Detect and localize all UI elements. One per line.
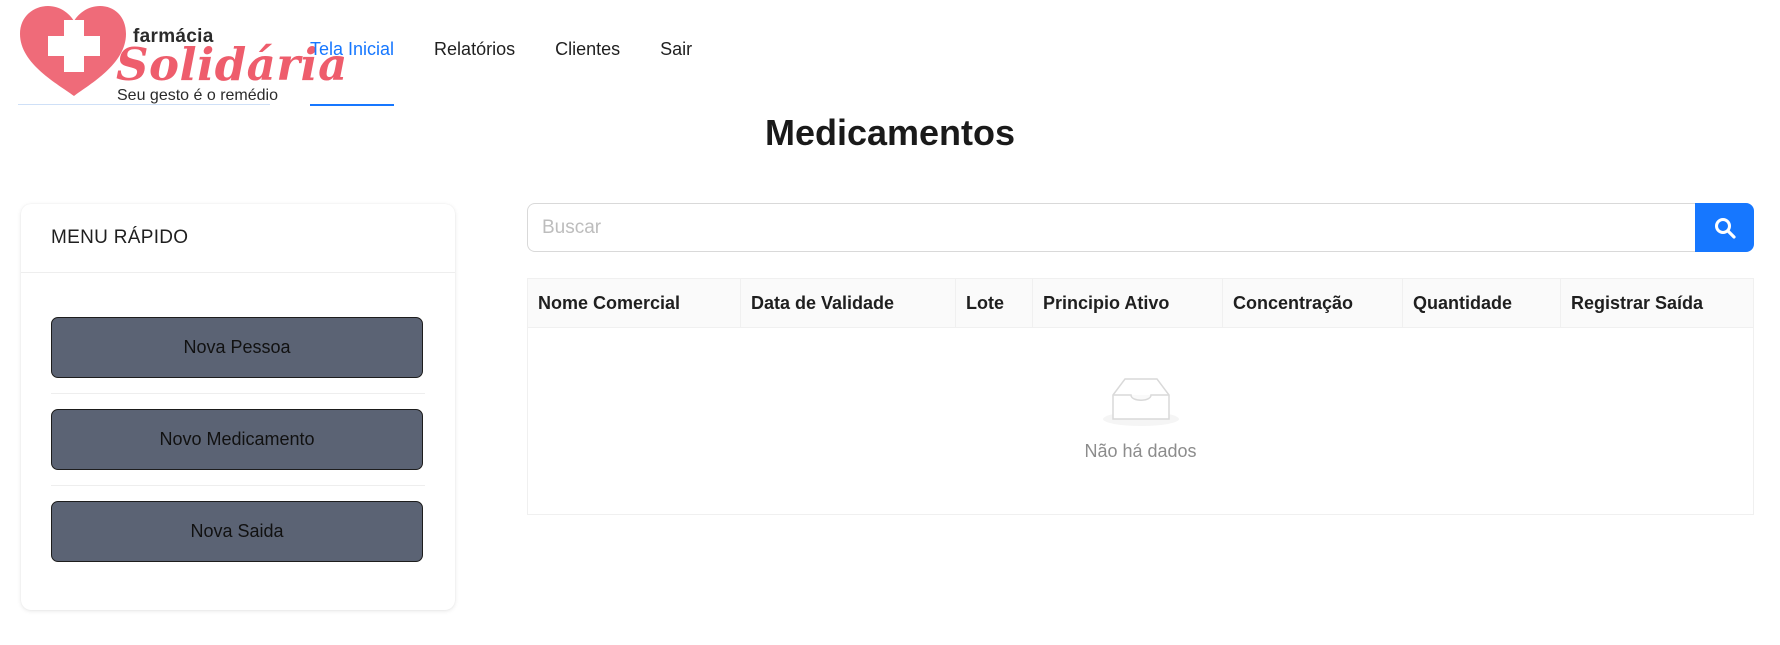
search-input[interactable] [527,203,1695,252]
empty-text: Não há dados [1084,441,1197,461]
quick-menu-card: MENU RÁPIDO Nova Pessoa Novo Medicamento… [21,204,455,610]
logo-underline [18,104,270,105]
column-header[interactable]: Lote [956,279,1033,327]
nav-clientes[interactable]: Clientes [535,0,640,108]
nav-relatorios[interactable]: Relatórios [414,0,535,108]
nova-saida-button[interactable]: Nova Saida [51,501,423,562]
top-header: farmácia Solidária Seu gesto é o remédio… [0,0,1780,108]
nav-sair[interactable]: Sair [640,0,712,108]
column-header[interactable]: Quantidade [1403,279,1561,327]
table-empty-state: Não há dados [528,327,1753,514]
page-title: Medicamentos [764,112,1016,153]
table-header: Nome Comercial Data de Validade Lote Pri… [528,279,1753,328]
nova-pessoa-button[interactable]: Nova Pessoa [51,317,423,378]
column-header[interactable]: Nome Comercial [528,279,741,327]
quick-menu-title: MENU RÁPIDO [21,204,455,273]
column-header[interactable]: Principio Ativo [1033,279,1223,327]
search-icon [1714,217,1736,239]
nav-tela-inicial[interactable]: Tela Inicial [290,0,414,108]
column-header[interactable]: Registrar Saída [1561,279,1753,327]
quick-menu-row: Nova Saida [51,501,425,577]
quick-menu-row: Nova Pessoa [51,317,425,394]
search-button[interactable] [1695,203,1754,252]
heart-cross-icon [20,6,126,96]
main-nav: Tela Inicial Relatórios Clientes Sair [290,0,712,108]
empty-inbox-icon [1103,378,1179,426]
brand-logo[interactable]: farmácia Solidária Seu gesto é o remédio [0,0,347,108]
search-bar [527,203,1754,252]
column-header[interactable]: Concentração [1223,279,1403,327]
brand-tagline: Seu gesto é o remédio [117,87,278,104]
novo-medicamento-button[interactable]: Novo Medicamento [51,409,423,470]
quick-menu-row: Novo Medicamento [51,409,425,486]
medicamentos-table: Nome Comercial Data de Validade Lote Pri… [527,278,1754,515]
column-header[interactable]: Data de Validade [741,279,956,327]
quick-menu-body: Nova Pessoa Novo Medicamento Nova Saida [21,273,455,577]
